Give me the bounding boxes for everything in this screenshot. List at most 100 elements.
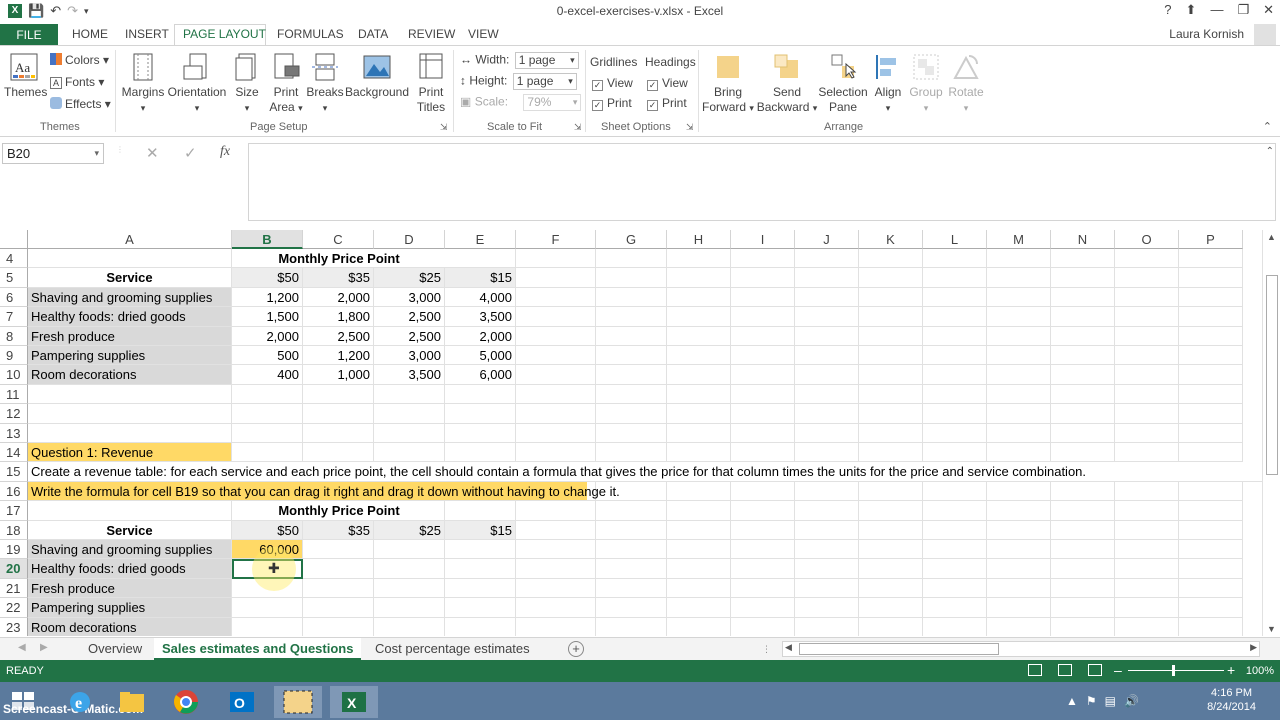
expand-formula-bar-icon[interactable]: ⌃ xyxy=(1266,146,1274,157)
cell-j22[interactable] xyxy=(795,598,859,618)
cell-h11[interactable] xyxy=(667,384,731,405)
horizontal-scroll-thumb[interactable] xyxy=(799,643,999,655)
cell-i16[interactable] xyxy=(731,481,795,502)
cell-p13[interactable] xyxy=(1179,423,1243,443)
cell-c7[interactable]: 1,800 xyxy=(303,307,374,327)
cell-o4[interactable] xyxy=(1115,249,1179,269)
next-sheet-icon[interactable]: ▶ xyxy=(40,642,48,653)
effects-button[interactable]: Effects ▾ xyxy=(50,97,111,111)
cell-l10[interactable] xyxy=(923,365,987,385)
cell-k18[interactable] xyxy=(859,520,923,540)
cell-n7[interactable] xyxy=(1051,307,1115,327)
cell-f18[interactable] xyxy=(516,520,596,540)
column-header-g[interactable]: G xyxy=(596,230,667,249)
cell-k16[interactable] xyxy=(859,481,923,502)
headings-print-checkbox[interactable]: ✓ Print xyxy=(647,96,687,111)
cell-h17[interactable] xyxy=(667,501,731,521)
row-header-10[interactable]: 10 xyxy=(0,365,28,385)
cell-a11[interactable] xyxy=(28,384,232,405)
cell-k6[interactable] xyxy=(859,287,923,308)
cell-j20[interactable] xyxy=(795,559,859,579)
sheet-tab-cost-percentage[interactable]: Cost percentage estimates xyxy=(367,638,538,660)
cell-e4[interactable] xyxy=(445,249,516,269)
cell-g13[interactable] xyxy=(596,423,667,443)
cell-o16[interactable] xyxy=(1115,481,1179,502)
cell-h5[interactable] xyxy=(667,268,731,288)
cell-c4[interactable]: Monthly Price Point xyxy=(268,249,410,269)
cell-o6[interactable] xyxy=(1115,287,1179,308)
cell-p8[interactable] xyxy=(1179,326,1243,346)
cell-a18[interactable]: Service xyxy=(28,520,232,540)
cell-j8[interactable] xyxy=(795,326,859,346)
cell-f17[interactable] xyxy=(516,501,596,521)
cell-j17[interactable] xyxy=(795,501,859,521)
cell-e21[interactable] xyxy=(445,578,516,599)
themes-button[interactable]: Aa Themes xyxy=(4,52,47,100)
cell-a10[interactable]: Room decorations xyxy=(28,365,232,385)
cell-m13[interactable] xyxy=(987,423,1051,443)
cell-n10[interactable] xyxy=(1051,365,1115,385)
scroll-up-icon[interactable]: ▲ xyxy=(1267,232,1276,242)
cell-f20[interactable] xyxy=(516,559,596,579)
column-header-j[interactable]: J xyxy=(795,230,859,249)
cell-g9[interactable] xyxy=(596,346,667,366)
cell-d7[interactable]: 2,500 xyxy=(374,307,445,327)
formula-input[interactable] xyxy=(248,143,1276,221)
cell-j23[interactable] xyxy=(795,617,859,636)
cell-f23[interactable] xyxy=(516,617,596,636)
cell-j16[interactable] xyxy=(795,481,859,502)
cell-a21[interactable]: Fresh produce xyxy=(28,578,232,599)
cell-i23[interactable] xyxy=(731,617,795,636)
align-button[interactable]: Align ▾ xyxy=(870,52,906,116)
cell-h19[interactable] xyxy=(667,540,731,560)
cell-e20[interactable] xyxy=(445,559,516,579)
colors-button[interactable]: Colors ▾ xyxy=(50,53,109,67)
row-header-15[interactable]: 15 xyxy=(0,462,28,482)
cell-i14[interactable] xyxy=(731,443,795,463)
cell-f8[interactable] xyxy=(516,326,596,346)
cell-c14[interactable] xyxy=(303,443,374,463)
cell-h12[interactable] xyxy=(667,404,731,424)
restore-icon[interactable]: ❐ xyxy=(1237,2,1249,18)
cell-i18[interactable] xyxy=(731,520,795,540)
select-all-corner[interactable] xyxy=(0,230,28,249)
cell-h13[interactable] xyxy=(667,423,731,443)
cell-g21[interactable] xyxy=(596,578,667,599)
headings-view-checkbox[interactable]: ✓ View xyxy=(647,76,688,91)
cell-i5[interactable] xyxy=(731,268,795,288)
cell-p9[interactable] xyxy=(1179,346,1243,366)
cell-l19[interactable] xyxy=(923,540,987,560)
cell-g7[interactable] xyxy=(596,307,667,327)
cell-a5[interactable]: Service xyxy=(28,268,232,288)
cell-d6[interactable]: 3,000 xyxy=(374,287,445,308)
column-header-l[interactable]: L xyxy=(923,230,987,249)
cell-l9[interactable] xyxy=(923,346,987,366)
cell-o10[interactable] xyxy=(1115,365,1179,385)
size-button[interactable]: Size ▾ xyxy=(232,52,262,116)
vertical-scrollbar[interactable]: ▲ ▼ xyxy=(1262,230,1280,636)
cell-d11[interactable] xyxy=(374,384,445,405)
cell-n14[interactable] xyxy=(1051,443,1115,463)
cell-j13[interactable] xyxy=(795,423,859,443)
tab-review[interactable]: REVIEW xyxy=(408,27,455,41)
cell-j14[interactable] xyxy=(795,443,859,463)
cell-k11[interactable] xyxy=(859,384,923,405)
screen-recorder-app[interactable] xyxy=(274,686,322,718)
chrome-app[interactable] xyxy=(162,686,210,718)
cell-o17[interactable] xyxy=(1115,501,1179,521)
cell-m5[interactable] xyxy=(987,268,1051,288)
cell-g22[interactable] xyxy=(596,598,667,618)
row-header-6[interactable]: 6 xyxy=(0,287,28,308)
cell-c23[interactable] xyxy=(303,617,374,636)
cell-b14[interactable] xyxy=(232,443,303,463)
cell-l20[interactable] xyxy=(923,559,987,579)
cell-i4[interactable] xyxy=(731,249,795,269)
cell-k10[interactable] xyxy=(859,365,923,385)
print-titles-button[interactable]: Print Titles xyxy=(414,52,448,115)
cell-h8[interactable] xyxy=(667,326,731,346)
column-header-n[interactable]: N xyxy=(1051,230,1115,249)
column-header-a[interactable]: A xyxy=(28,230,232,249)
row-header-23[interactable]: 23 xyxy=(0,617,28,636)
print-area-button[interactable]: Print Area ▾ xyxy=(268,52,304,116)
cell-p6[interactable] xyxy=(1179,287,1243,308)
